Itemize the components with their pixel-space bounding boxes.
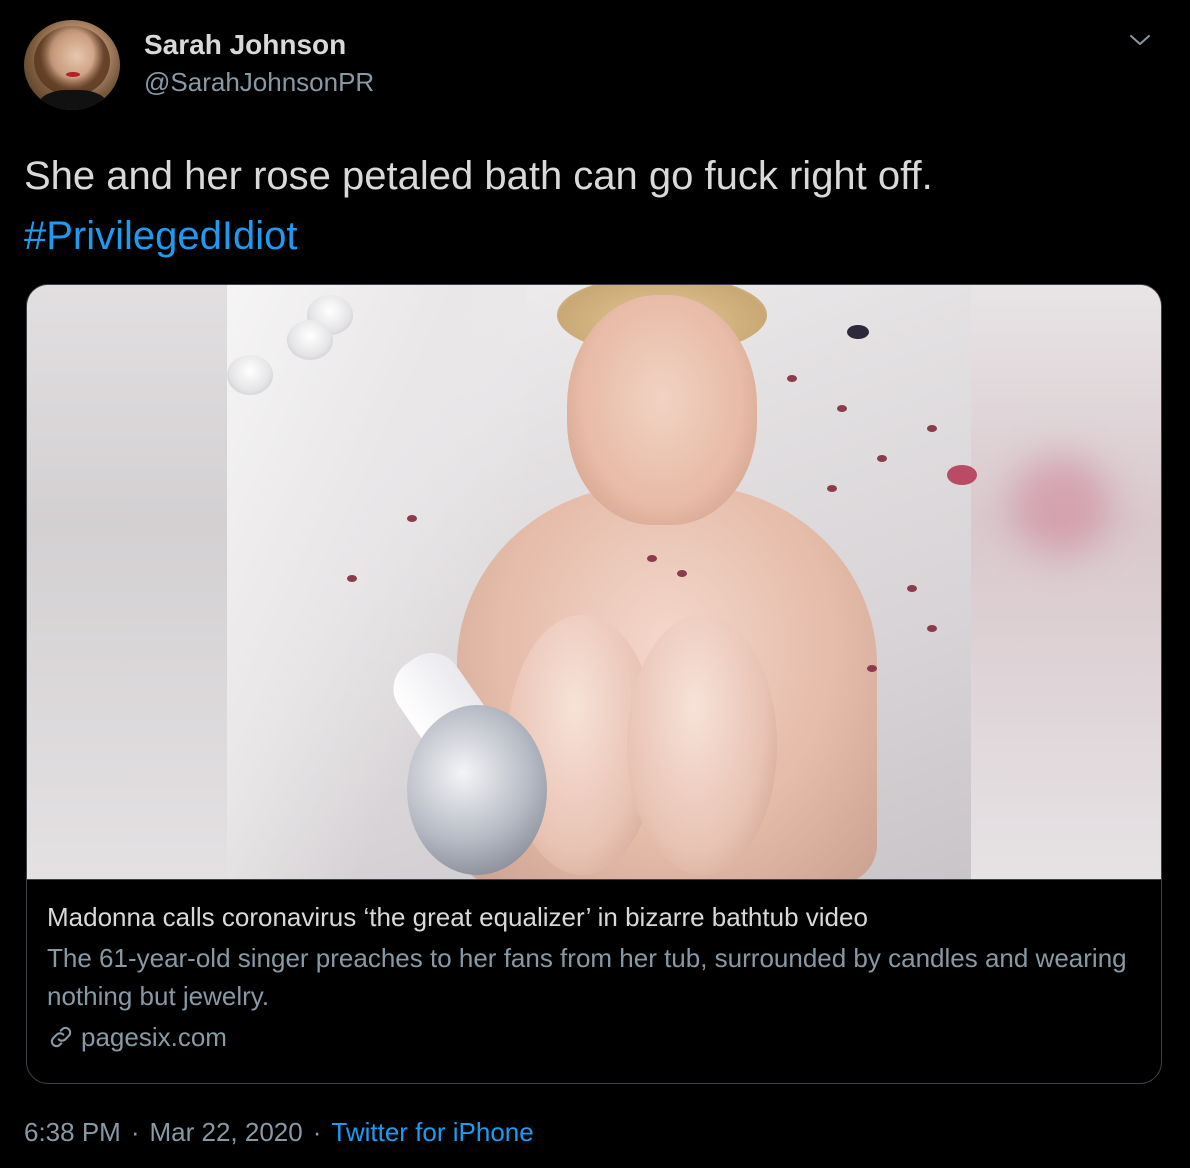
avatar[interactable] [24,20,120,110]
card-body: Madonna calls coronavirus ‘the great equ… [47,899,1137,1055]
tweet-meta: 6:38 PM · Mar 22, 2020 · Twitter for iPhone [24,1114,534,1150]
meta-separator-2: · [312,1117,322,1147]
tweet-text: She and her rose petaled bath can go fuc… [24,146,1164,266]
card-description: The 61-year-old singer preaches to her f… [47,943,1127,1011]
card-domain[interactable]: pagesix.com [47,1019,1137,1055]
tweet-source-link[interactable]: Twitter for iPhone [331,1117,533,1147]
card-title[interactable]: Madonna calls coronavirus ‘the great equ… [47,899,1137,935]
hashtag-link[interactable]: #PrivilegedIdiot [24,206,1164,266]
card-domain-text: pagesix.com [81,1022,227,1052]
author-display-name[interactable]: Sarah Johnson [144,28,374,62]
tweet-date[interactable]: Mar 22, 2020 [150,1117,303,1147]
card-image[interactable] [27,285,1161,880]
tweet-body: She and her rose petaled bath can go fuc… [24,154,933,198]
tweet-header: Sarah Johnson @SarahJohnsonPR [24,20,1166,116]
tweet: Sarah Johnson @SarahJohnsonPR She and he… [0,0,1190,1168]
meta-separator: · [130,1117,140,1147]
link-card[interactable]: Madonna calls coronavirus ‘the great equ… [26,284,1162,1084]
tweet-time[interactable]: 6:38 PM [24,1117,121,1147]
chevron-down-icon[interactable] [1128,28,1152,52]
author-handle[interactable]: @SarahJohnsonPR [144,66,374,98]
author-names: Sarah Johnson @SarahJohnsonPR [144,28,374,98]
link-icon [50,1026,72,1048]
